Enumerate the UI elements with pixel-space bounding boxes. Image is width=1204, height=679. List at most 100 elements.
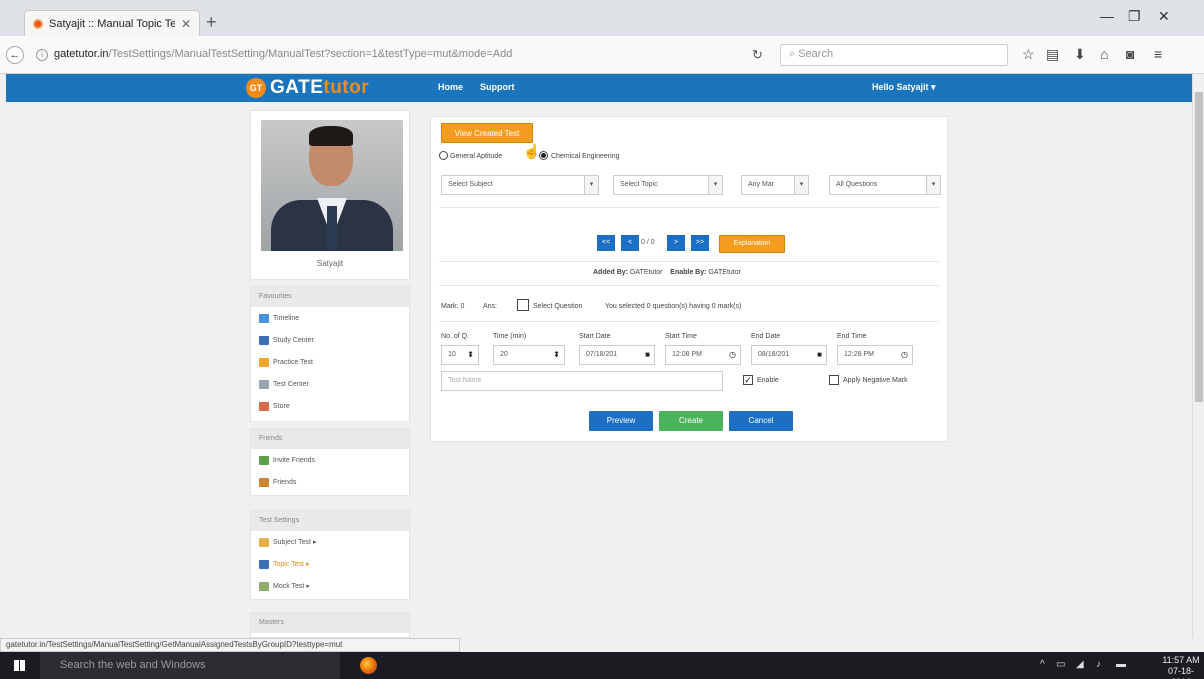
sidebar-item-practice-test[interactable]: Practice Test	[251, 351, 409, 373]
no-of-q-stepper[interactable]: 10 ⬍	[441, 345, 479, 365]
mock-test-icon	[259, 581, 269, 591]
time-stepper[interactable]: 20 ⬍	[493, 345, 565, 365]
sidebar-item-study-center[interactable]: Study Center	[251, 329, 409, 351]
stepper-icon[interactable]: ⬍	[467, 350, 474, 359]
prev-page-button[interactable]: <	[621, 235, 639, 251]
sidebar-item-timeline[interactable]: Timeline	[251, 307, 409, 329]
select-questions-dropdown[interactable]: All Questions ▾	[829, 175, 941, 195]
clock-icon[interactable]: ◷	[901, 350, 908, 359]
clock-date: 07-18-2016	[1167, 666, 1194, 679]
timeline-icon	[259, 313, 269, 323]
enable-checkbox[interactable]: ✓	[743, 375, 753, 385]
chevron-down-icon: ▾	[794, 176, 808, 194]
browser-tab-bar: Satyajit :: Manual Topic Test ✕ + — ❐ ✕	[0, 0, 1204, 36]
close-tab-icon[interactable]: ✕	[181, 17, 191, 31]
select-topic-dropdown[interactable]: Select Topic ▾	[613, 175, 723, 195]
general-aptitude-label: General Aptitude	[450, 153, 503, 160]
select-subject-dropdown[interactable]: Select Subject ▾	[441, 175, 599, 195]
end-time-label: End Time	[837, 333, 867, 340]
create-button[interactable]: Create	[659, 411, 723, 431]
cancel-button[interactable]: Cancel	[729, 411, 793, 431]
taskbar-search-input[interactable]: Search the web and Windows	[40, 652, 340, 679]
nav-home-link[interactable]: Home	[438, 82, 463, 92]
back-arrow-icon[interactable]: ←	[6, 46, 24, 64]
page-content: Satyajit Favourites Timeline Study Cente…	[6, 102, 1192, 638]
sidebar-item-store[interactable]: Store	[251, 395, 409, 417]
url-domain: gatetutor.in	[54, 48, 109, 60]
masters-section: Masters	[250, 612, 410, 638]
select-subject-value: Select Subject	[448, 181, 493, 188]
select-question-checkbox[interactable]	[517, 299, 529, 311]
sidebar-item-topic-test[interactable]: Topic Test ▸	[251, 553, 409, 575]
ans-label: Ans:	[483, 303, 498, 310]
sidebar-item-label: Mock Test ▸	[273, 583, 310, 590]
close-window-icon[interactable]: ✕	[1158, 8, 1170, 25]
sidebar-item-label: Invite Friends	[273, 456, 316, 464]
sidebar-item-friends[interactable]: Friends	[251, 471, 409, 493]
sidebar-item-test-center[interactable]: Test Center	[251, 373, 409, 395]
favourites-section: Favourites Timeline Study Center Practic…	[250, 286, 410, 422]
network-icon[interactable]: ◢	[1076, 659, 1084, 670]
calendar-icon[interactable]: ■	[817, 350, 822, 359]
site-logo[interactable]: GT GATEtutor	[246, 77, 369, 99]
bookmark-star-icon[interactable]: ☆	[1022, 46, 1035, 63]
site-info-icon[interactable]: i	[36, 49, 48, 61]
next-page-button[interactable]: >	[667, 235, 685, 251]
address-bar[interactable]: gatetutor.in/TestSettings/ManualTestSett…	[54, 48, 512, 60]
time-label: Time (min)	[493, 333, 527, 340]
clock-icon[interactable]: ◷	[729, 350, 736, 359]
page-scrollbar[interactable]	[1192, 74, 1204, 638]
sidebar-item-invite-friends[interactable]: Invite Friends	[251, 449, 409, 471]
sidebar-item-label: Test Center	[273, 380, 309, 388]
volume-icon[interactable]: ♪	[1096, 659, 1101, 670]
topic-test-icon	[259, 559, 269, 569]
pocket-icon[interactable]: ◙	[1126, 46, 1134, 62]
end-date-field[interactable]: 08/18/201 ■	[751, 345, 827, 365]
reading-list-icon[interactable]: ▤	[1046, 46, 1059, 63]
clock-time: 11:57 AM	[1162, 655, 1200, 665]
test-center-icon	[259, 379, 269, 389]
favourites-heading: Favourites	[251, 287, 409, 307]
battery-icon[interactable]: ▭	[1056, 659, 1065, 670]
menu-icon[interactable]: ≡	[1154, 46, 1162, 62]
minimize-icon[interactable]: —	[1100, 8, 1114, 24]
sidebar-item-subject-test[interactable]: Subject Test ▸	[251, 531, 409, 553]
reload-icon[interactable]: ↻	[752, 47, 763, 63]
notification-icon[interactable]: ▬	[1116, 659, 1126, 670]
browser-tab[interactable]: Satyajit :: Manual Topic Test ✕	[24, 10, 200, 36]
last-page-button[interactable]: >>	[691, 235, 709, 251]
test-name-input[interactable]: Test Name	[441, 371, 723, 391]
tray-chevron-icon[interactable]: ^	[1040, 659, 1045, 670]
preview-button[interactable]: Preview	[589, 411, 653, 431]
added-by-label: Added By:	[593, 269, 628, 276]
firefox-icon[interactable]	[360, 657, 377, 674]
end-date-label: End Date	[751, 333, 781, 340]
enable-label: Enable	[757, 377, 779, 384]
taskbar-clock[interactable]: 11:57 AM 07-18-2016	[1158, 655, 1204, 679]
site-header: GT GATEtutor Home Support Hello Satyajit…	[6, 74, 1192, 102]
start-date-field[interactable]: 07/18/201 ■	[579, 345, 655, 365]
general-aptitude-radio[interactable]	[439, 151, 448, 160]
view-created-test-button[interactable]: View Created Test	[441, 123, 533, 143]
sidebar-item-mock-test[interactable]: Mock Test ▸	[251, 575, 409, 597]
stepper-icon[interactable]: ⬍	[553, 350, 560, 359]
explanation-button[interactable]: Explanation	[719, 235, 785, 253]
maximize-icon[interactable]: ❐	[1128, 8, 1141, 25]
nav-support-link[interactable]: Support	[480, 82, 515, 92]
new-tab-button[interactable]: +	[206, 12, 217, 33]
start-time-field[interactable]: 12:08 PM ◷	[665, 345, 741, 365]
calendar-icon[interactable]: ■	[645, 350, 650, 359]
browser-search-input[interactable]: ⌕ Search	[780, 44, 1008, 66]
home-icon[interactable]: ⌂	[1100, 46, 1108, 62]
download-icon[interactable]: ⬇	[1074, 46, 1086, 63]
scrollbar-thumb[interactable]	[1195, 92, 1203, 402]
end-time-value: 12:28 PM	[844, 351, 874, 358]
first-page-button[interactable]: <<	[597, 235, 615, 251]
sidebar-item-label: Timeline	[273, 314, 300, 322]
user-menu[interactable]: Hello Satyajit ▾	[872, 82, 936, 93]
end-time-field[interactable]: 12:28 PM ◷	[837, 345, 913, 365]
profile-photo[interactable]	[261, 120, 403, 251]
select-marks-dropdown[interactable]: Any Mar ▾	[741, 175, 809, 195]
windows-start-icon[interactable]	[14, 660, 25, 671]
negative-mark-checkbox[interactable]	[829, 375, 839, 385]
